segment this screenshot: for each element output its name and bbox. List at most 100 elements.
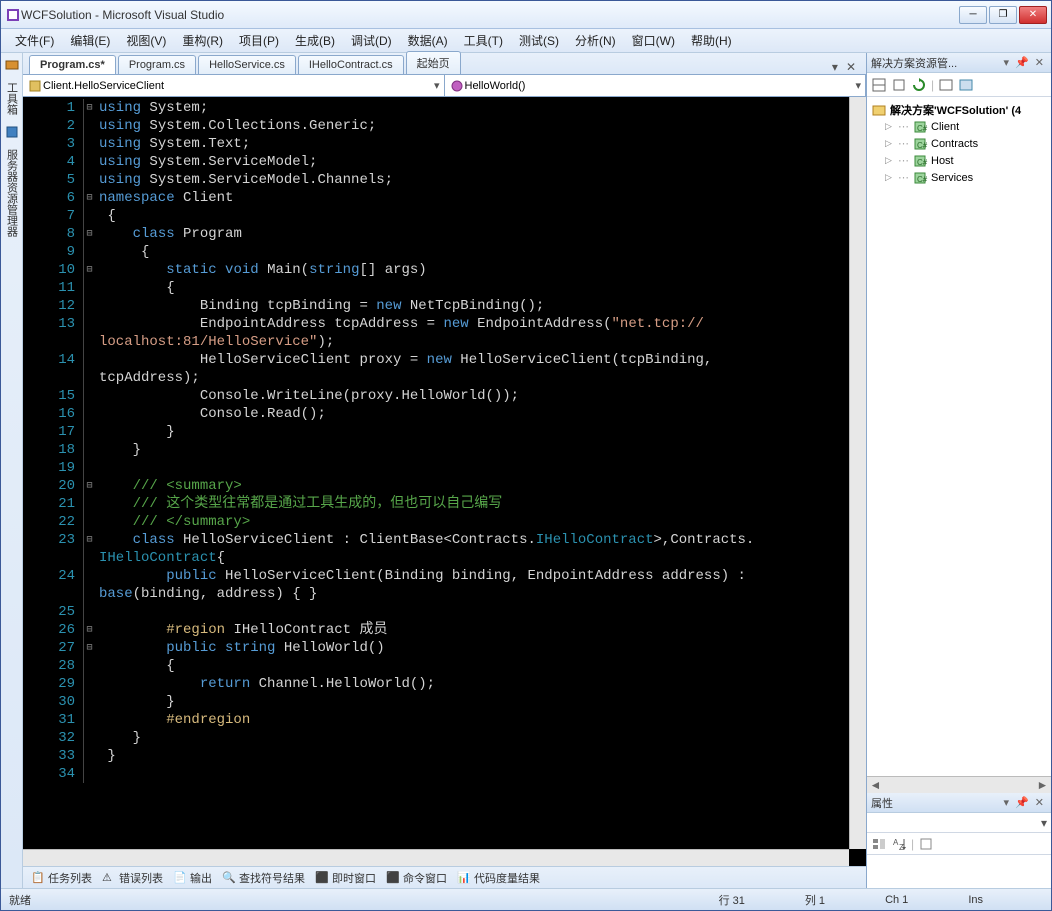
code-line[interactable]: #endregion <box>99 711 862 729</box>
menu-item[interactable]: 生成(B) <box>289 30 341 51</box>
code-line[interactable]: #region IHelloContract 成员 <box>99 621 862 639</box>
maximize-button[interactable]: ❐ <box>989 6 1017 24</box>
expand-icon[interactable]: ▷ <box>885 138 895 149</box>
bottom-tab[interactable]: 📊代码度量结果 <box>453 868 544 888</box>
panel-pin-icon[interactable]: 📌 <box>1012 796 1032 809</box>
code-line[interactable]: HelloServiceClient proxy = new HelloServ… <box>99 351 862 369</box>
bottom-tab[interactable]: 📋任务列表 <box>27 868 96 888</box>
vertical-scrollbar[interactable] <box>849 97 866 849</box>
code-line[interactable]: return Channel.HelloWorld(); <box>99 675 862 693</box>
menu-item[interactable]: 文件(F) <box>9 30 60 51</box>
toolbox-icon[interactable] <box>4 57 20 73</box>
property-pages-icon[interactable] <box>918 836 934 852</box>
document-tab[interactable]: HelloService.cs <box>198 55 296 74</box>
code-line[interactable] <box>99 459 862 477</box>
menu-item[interactable]: 重构(R) <box>176 30 229 51</box>
panel-dropdown-icon[interactable]: ▾ <box>1001 796 1013 809</box>
code-line[interactable]: { <box>99 279 862 297</box>
code-line[interactable]: } <box>99 441 862 459</box>
document-tab[interactable]: IHelloContract.cs <box>298 55 404 74</box>
code-line[interactable]: class Program <box>99 225 862 243</box>
bottom-tab[interactable]: 📄输出 <box>169 868 216 888</box>
document-tab[interactable]: Program.cs* <box>29 55 116 74</box>
menu-item[interactable]: 窗口(W) <box>626 30 681 51</box>
menu-item[interactable]: 工具(T) <box>458 30 509 51</box>
toolbox-tab[interactable]: 工具箱 <box>1 75 23 122</box>
fold-marker[interactable]: ⊟ <box>83 639 95 657</box>
document-tab[interactable]: Program.cs <box>118 55 196 74</box>
fold-marker[interactable]: ⊟ <box>83 99 95 117</box>
code-line[interactable]: tcpAddress); <box>99 369 862 387</box>
code-line[interactable]: using System.ServiceModel.Channels; <box>99 171 862 189</box>
bottom-tab[interactable]: ⚠错误列表 <box>98 868 167 888</box>
code-line[interactable]: } <box>99 693 862 711</box>
code-editor[interactable]: 1234567891011121314151617181920212223242… <box>23 97 866 866</box>
menu-item[interactable]: 分析(N) <box>569 30 622 51</box>
bottom-tab[interactable]: 🔍查找符号结果 <box>218 868 309 888</box>
fold-marker[interactable]: ⊟ <box>83 189 95 207</box>
code-line[interactable]: using System.ServiceModel; <box>99 153 862 171</box>
bottom-tab[interactable]: ⬛即时窗口 <box>311 868 380 888</box>
code-line[interactable]: using System; <box>99 99 862 117</box>
code-line[interactable]: localhost:81/HelloService"); <box>99 333 862 351</box>
class-combo[interactable]: Client.HelloServiceClient ▾ <box>23 75 445 96</box>
document-tab[interactable]: 起始页 <box>406 51 461 74</box>
bottom-tab[interactable]: ⬛命令窗口 <box>382 868 451 888</box>
scroll-left-icon[interactable]: ◄ <box>867 778 884 792</box>
properties-icon[interactable] <box>871 77 887 93</box>
panel-pin-icon[interactable]: 📌 <box>1012 56 1032 69</box>
code-line[interactable]: using System.Collections.Generic; <box>99 117 862 135</box>
expand-icon[interactable]: ▷ <box>885 121 895 132</box>
fold-marker[interactable]: ⊟ <box>83 531 95 549</box>
code-line[interactable]: static void Main(string[] args) <box>99 261 862 279</box>
view-designer-icon[interactable] <box>958 77 974 93</box>
fold-strip[interactable]: ⊟⊟⊟⊟⊟⊟⊟⊟ <box>83 97 95 866</box>
code-line[interactable]: EndpointAddress tcpAddress = new Endpoin… <box>99 315 862 333</box>
code-area[interactable]: using System;using System.Collections.Ge… <box>95 97 866 866</box>
tab-dropdown-icon[interactable]: ▾ <box>828 60 842 74</box>
code-line[interactable]: public string HelloWorld() <box>99 639 862 657</box>
code-line[interactable] <box>99 765 862 783</box>
panel-close-icon[interactable]: ✕ <box>1032 796 1047 809</box>
menu-item[interactable]: 项目(P) <box>233 30 285 51</box>
server-explorer-icon[interactable] <box>4 124 20 140</box>
code-line[interactable]: { <box>99 243 862 261</box>
view-code-icon[interactable] <box>938 77 954 93</box>
menu-item[interactable]: 数据(A) <box>402 30 454 51</box>
code-line[interactable]: } <box>99 729 862 747</box>
project-node[interactable]: ▷⋯C#Services <box>871 169 1047 186</box>
code-line[interactable]: /// <summary> <box>99 477 862 495</box>
menu-item[interactable]: 编辑(E) <box>64 30 116 51</box>
panel-dropdown-icon[interactable]: ▾ <box>1001 56 1013 69</box>
code-line[interactable]: IHelloContract{ <box>99 549 862 567</box>
code-line[interactable]: using System.Text; <box>99 135 862 153</box>
alphabetical-icon[interactable]: AZ <box>891 836 907 852</box>
scroll-right-icon[interactable]: ► <box>1034 778 1051 792</box>
fold-marker[interactable]: ⊟ <box>83 621 95 639</box>
menu-item[interactable]: 测试(S) <box>513 30 565 51</box>
horizontal-scrollbar[interactable] <box>23 849 849 866</box>
menu-item[interactable]: 视图(V) <box>120 30 172 51</box>
menu-item[interactable]: 帮助(H) <box>685 30 738 51</box>
code-line[interactable]: public HelloServiceClient(Binding bindin… <box>99 567 862 585</box>
code-line[interactable]: /// 这个类型往常都是通过工具生成的，但也可以自己编写 <box>99 495 862 513</box>
code-line[interactable]: } <box>99 747 862 765</box>
show-all-icon[interactable] <box>891 77 907 93</box>
code-line[interactable]: { <box>99 657 862 675</box>
categorized-icon[interactable] <box>871 836 887 852</box>
code-line[interactable]: { <box>99 207 862 225</box>
code-line[interactable] <box>99 603 862 621</box>
properties-object-combo[interactable]: ▾ <box>867 813 1051 833</box>
code-line[interactable]: /// </summary> <box>99 513 862 531</box>
solution-tree[interactable]: 解决方案'WCFSolution' (4 ▷⋯C#Client▷⋯C#Contr… <box>867 97 1051 776</box>
server-explorer-tab[interactable]: 服务器资源管理器 <box>1 142 23 244</box>
fold-marker[interactable]: ⊟ <box>83 225 95 243</box>
fold-marker[interactable]: ⊟ <box>83 261 95 279</box>
project-node[interactable]: ▷⋯C#Contracts <box>871 135 1047 152</box>
code-line[interactable]: Console.WriteLine(proxy.HelloWorld()); <box>99 387 862 405</box>
solution-root[interactable]: 解决方案'WCFSolution' (4 <box>871 101 1047 118</box>
code-line[interactable]: class HelloServiceClient : ClientBase<Co… <box>99 531 862 549</box>
code-line[interactable]: namespace Client <box>99 189 862 207</box>
tab-close-icon[interactable]: ✕ <box>842 60 860 74</box>
menu-item[interactable]: 调试(D) <box>345 30 398 51</box>
